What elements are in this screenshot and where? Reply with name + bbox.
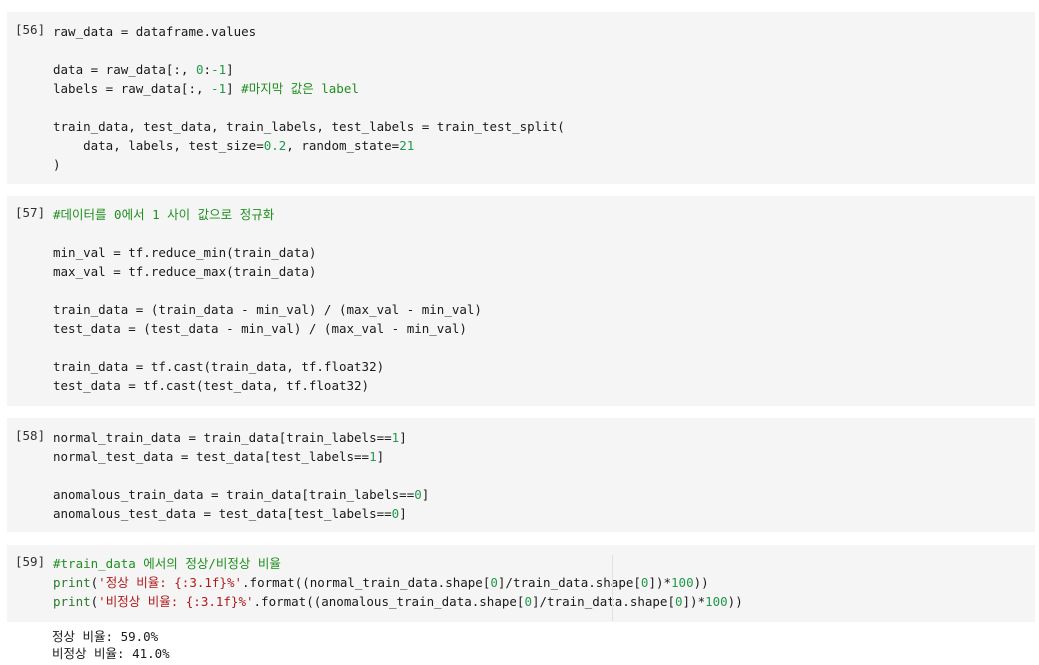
code-token: ])* xyxy=(648,575,672,590)
code-token: train_data = (train_data - min_val) / (m… xyxy=(53,302,482,317)
code-line: anomalous_test_data = test_data[test_lab… xyxy=(53,504,1035,523)
code-token: 100 xyxy=(705,594,728,609)
code-line: #데이터를 0에서 1 사이 값으로 정규화 xyxy=(53,205,1035,224)
code-editor[interactable]: #데이터를 0에서 1 사이 값으로 정규화 min_val = tf.reduc… xyxy=(53,205,1035,395)
code-token: train_data, test_data, train_labels, tes… xyxy=(53,119,565,134)
code-line: ) xyxy=(53,155,1035,174)
code-token: '정상 비율: {:3.1f}%' xyxy=(98,575,243,590)
code-token: 0.2 xyxy=(263,138,287,153)
code-cell-56[interactable]: [56] raw_data = dataframe.values data = r… xyxy=(7,12,1035,184)
code-token: 0 xyxy=(524,594,532,609)
code-editor[interactable]: raw_data = dataframe.values data = raw_da… xyxy=(53,22,1035,174)
code-cell-59[interactable]: [59] #train_data 에서의 정상/비정상 비율 print('정상 … xyxy=(7,545,1035,622)
code-token: 0 xyxy=(414,487,422,502)
code-line: #train_data 에서의 정상/비정상 비율 xyxy=(53,554,1035,573)
code-token: -1 xyxy=(211,81,227,96)
code-token: normal_train_data = train_data[train_lab… xyxy=(53,430,392,445)
output-line: 비정상 비율: 41.0% xyxy=(52,646,170,661)
code-line: normal_test_data = test_data[test_labels… xyxy=(53,447,1035,466)
code-token: ]/train_data.shape[ xyxy=(497,575,641,590)
code-token: ] xyxy=(226,62,234,77)
code-token: labels = raw_data[:, xyxy=(53,81,212,96)
code-line: print('정상 비율: {:3.1f}%'.format((normal_t… xyxy=(53,573,1035,592)
code-token: print xyxy=(53,575,91,590)
code-token: print xyxy=(53,594,91,609)
cell-output: 정상 비율: 59.0% 비정상 비율: 41.0% xyxy=(52,628,170,662)
code-token: max_val = tf.reduce_max(train_data) xyxy=(53,264,317,279)
code-token: : xyxy=(203,62,212,77)
code-token: anomalous_train_data = train_data[train_… xyxy=(53,487,415,502)
code-token: , random_state= xyxy=(286,138,400,153)
code-cell-58[interactable]: [58] normal_train_data = train_data[trai… xyxy=(7,418,1035,532)
code-token: train_data = tf.cast(train_data, tf.floa… xyxy=(53,359,385,374)
code-token: -1 xyxy=(211,62,227,77)
code-line: data = raw_data[:, 0:-1] xyxy=(53,60,1035,79)
code-token: #마지막 값은 label xyxy=(241,81,359,96)
code-token: test_data = tf.cast(test_data, tf.float3… xyxy=(53,378,370,393)
code-token: .format((normal_train_data.shape[ xyxy=(242,575,491,590)
cell-prompt: [57] xyxy=(15,205,46,220)
code-token: ] xyxy=(376,449,385,464)
editor-ruler xyxy=(612,555,613,621)
code-token: '비정상 비율: {:3.1f}%' xyxy=(98,594,254,609)
code-line: anomalous_train_data = train_data[train_… xyxy=(53,485,1035,504)
code-line: test_data = tf.cast(test_data, tf.float3… xyxy=(53,376,1035,395)
code-cell-57[interactable]: [57] #데이터를 0에서 1 사이 값으로 정규화 min_val = tf.… xyxy=(7,196,1035,406)
code-token: )) xyxy=(727,594,743,609)
code-line: max_val = tf.reduce_max(train_data) xyxy=(53,262,1035,281)
code-line: train_data = (train_data - min_val) / (m… xyxy=(53,300,1035,319)
code-line: min_val = tf.reduce_min(train_data) xyxy=(53,243,1035,262)
code-token: ) xyxy=(53,157,61,172)
code-line: train_data, test_data, train_labels, tes… xyxy=(53,117,1035,136)
code-line: labels = raw_data[:, -1] #마지막 값은 label xyxy=(53,79,1035,98)
code-token: 100 xyxy=(671,575,694,590)
code-line: test_data = (test_data - min_val) / (max… xyxy=(53,319,1035,338)
code-token: ]/train_data.shape[ xyxy=(531,594,675,609)
code-token: data, labels, test_size= xyxy=(53,138,264,153)
code-token: #train_data 에서의 정상/비정상 비율 xyxy=(53,556,281,571)
code-line: raw_data = dataframe.values xyxy=(53,22,1035,41)
code-line: train_data = tf.cast(train_data, tf.floa… xyxy=(53,357,1035,376)
code-editor[interactable]: normal_train_data = train_data[train_lab… xyxy=(53,428,1035,523)
code-token: ] xyxy=(399,430,407,445)
code-line: print('비정상 비율: {:3.1f}%'.format((anomalo… xyxy=(53,592,1035,611)
code-token: ] xyxy=(226,81,242,96)
code-token: ] xyxy=(421,487,430,502)
code-token: min_val = tf.reduce_min(train_data) xyxy=(53,245,317,260)
code-token: raw_data = dataframe.values xyxy=(53,24,257,39)
cell-prompt: [58] xyxy=(15,428,46,443)
code-token: 0 xyxy=(490,575,498,590)
code-token: normal_test_data = test_data[test_labels… xyxy=(53,449,370,464)
code-token: test_data = (test_data - min_val) / (max… xyxy=(53,321,467,336)
code-token: 21 xyxy=(399,138,415,153)
code-token: ])* xyxy=(682,594,706,609)
code-token: )) xyxy=(693,575,709,590)
output-line: 정상 비율: 59.0% xyxy=(52,629,159,644)
code-editor[interactable]: #train_data 에서의 정상/비정상 비율 print('정상 비율: {… xyxy=(53,554,1035,611)
code-line: normal_train_data = train_data[train_lab… xyxy=(53,428,1035,447)
code-token: #데이터를 0에서 1 사이 값으로 정규화 xyxy=(53,207,275,222)
code-token: 0 xyxy=(674,594,683,609)
code-token: anomalous_test_data = test_data[test_lab… xyxy=(53,506,392,521)
code-token: ] xyxy=(399,506,407,521)
code-line: data, labels, test_size=0.2, random_stat… xyxy=(53,136,1035,155)
code-token: 1 xyxy=(369,449,377,464)
cell-prompt: [59] xyxy=(15,554,46,569)
code-token: 0 xyxy=(196,62,204,77)
code-token: .format((anomalous_train_data.shape[ xyxy=(253,594,525,609)
code-token: data = raw_data[:, xyxy=(53,62,196,77)
cell-prompt: [56] xyxy=(15,22,46,37)
